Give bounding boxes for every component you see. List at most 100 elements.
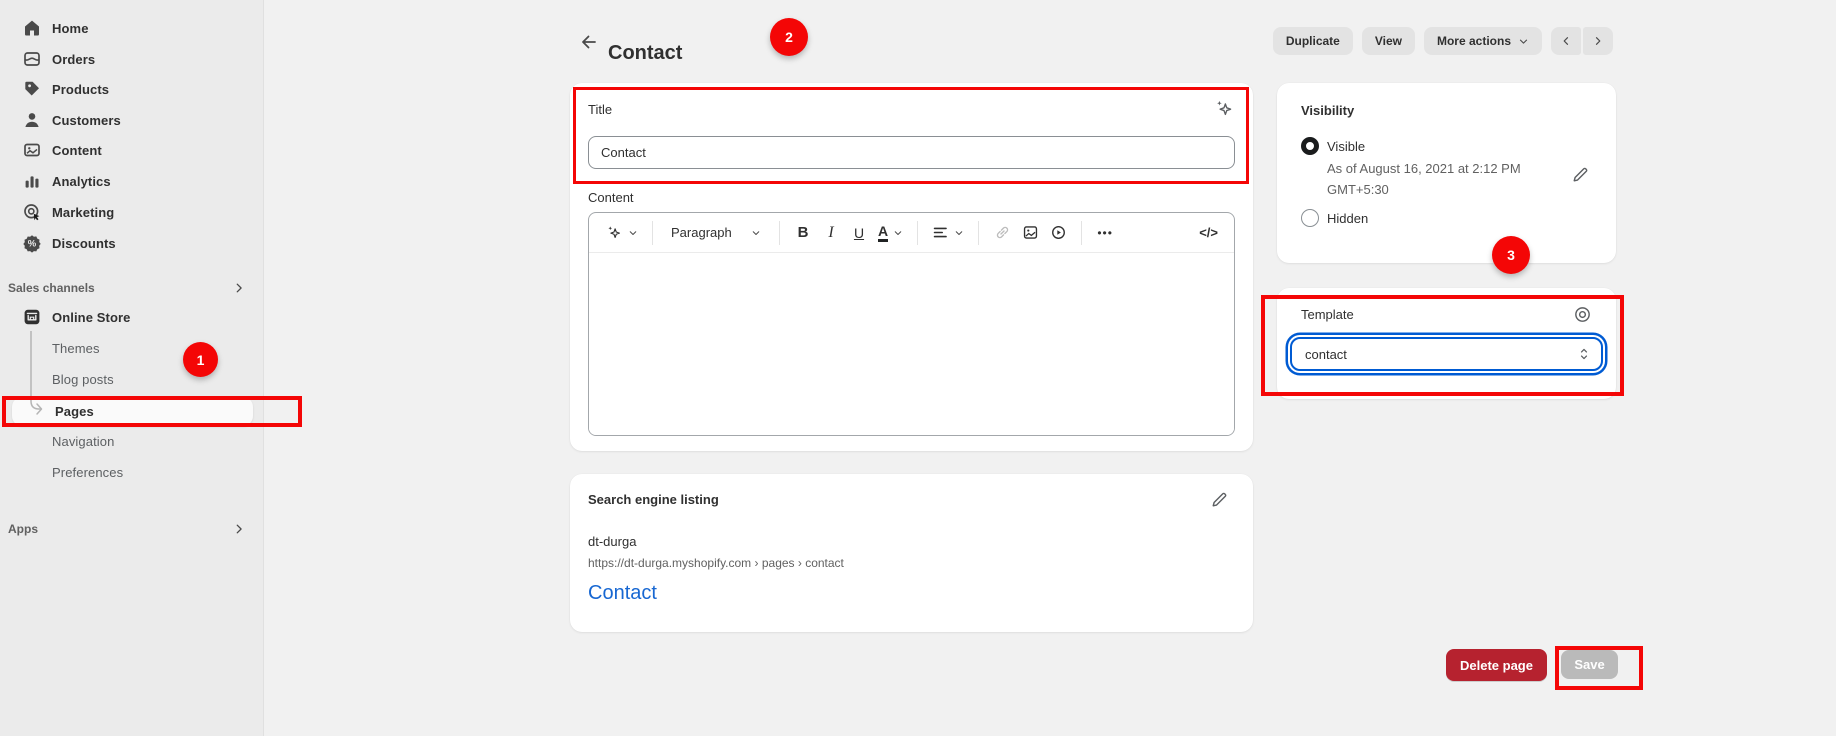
visible-label: Visible — [1327, 139, 1365, 154]
toolbar-divider — [917, 221, 918, 245]
hidden-radio[interactable] — [1301, 209, 1319, 227]
seo-heading: Search engine listing — [588, 492, 1235, 507]
title-input[interactable] — [588, 136, 1235, 169]
bold-button[interactable]: B — [790, 219, 816, 247]
code-icon: </> — [1199, 225, 1218, 240]
sidebar-item-content[interactable]: Content — [0, 135, 264, 165]
eye-preview-icon[interactable] — [1573, 305, 1592, 324]
svg-text:%: % — [28, 238, 37, 249]
page-title: Contact — [608, 42, 682, 65]
alignment-dropdown[interactable] — [928, 219, 968, 247]
sales-channels-label: Sales channels — [8, 281, 95, 295]
sidebar-item-label: Themes — [52, 341, 100, 356]
sidebar-item-label: Orders — [52, 52, 95, 67]
chevron-left-icon — [1560, 35, 1572, 47]
page-details-card: Title Content Paragraph B I U A — [570, 83, 1253, 451]
previous-record-button[interactable] — [1551, 27, 1581, 55]
edit-pencil-icon[interactable] — [1571, 165, 1590, 184]
chevron-down-icon — [893, 228, 903, 238]
search-engine-listing-card: Search engine listing dt-durga https://d… — [570, 474, 1253, 632]
content-editor-body[interactable] — [589, 253, 1234, 435]
header-actions: Duplicate View More actions — [1273, 27, 1613, 55]
sidebar-item-label: Pages — [55, 404, 94, 419]
duplicate-button[interactable]: Duplicate — [1273, 27, 1353, 55]
analytics-icon — [22, 171, 42, 191]
store-icon — [22, 307, 42, 327]
chevron-down-icon — [751, 228, 761, 238]
more-actions-label: More actions — [1437, 34, 1511, 48]
image-icon — [1022, 224, 1039, 241]
ellipsis-icon: ••• — [1097, 226, 1113, 240]
save-label: Save — [1574, 657, 1604, 672]
sidebar-section-apps[interactable]: Apps — [0, 514, 264, 544]
sidebar-item-home[interactable]: Home — [0, 13, 264, 43]
sidebar-item-orders[interactable]: Orders — [0, 44, 264, 74]
chevron-right-icon — [232, 281, 246, 295]
visibility-card: Visibility Visible As of August 16, 2021… — [1277, 83, 1616, 263]
sidebar-item-label: Products — [52, 82, 109, 97]
insert-image-button[interactable] — [1017, 219, 1043, 247]
sidebar-item-pages[interactable]: Pages — [0, 396, 264, 426]
chevron-down-icon — [628, 228, 638, 238]
magic-sparkle-icon[interactable] — [1213, 98, 1235, 120]
save-button[interactable]: Save — [1561, 650, 1618, 679]
toolbar-divider — [652, 221, 653, 245]
visible-since-note: As of August 16, 2021 at 2:12 PM GMT+5:3… — [1327, 158, 1559, 200]
sidebar-section-sales-channels[interactable]: Sales channels — [0, 273, 264, 303]
products-icon — [22, 79, 42, 99]
content-rich-text-editor: Paragraph B I U A — [588, 212, 1235, 436]
text-color-button[interactable]: A — [874, 219, 907, 247]
view-label: View — [1375, 34, 1402, 48]
sidebar-item-discounts[interactable]: % Discounts — [0, 228, 264, 258]
select-updown-icon — [1577, 346, 1591, 362]
toolbar-divider — [978, 221, 979, 245]
marketing-icon — [22, 202, 42, 222]
annotation-step-2: 2 — [770, 18, 808, 56]
magic-write-button[interactable] — [601, 219, 642, 247]
sidebar-item-products[interactable]: Products — [0, 74, 264, 104]
visibility-heading: Visibility — [1301, 103, 1592, 118]
chevron-down-icon — [954, 228, 964, 238]
play-circle-icon — [1050, 224, 1067, 241]
chevron-down-icon — [1518, 36, 1529, 47]
back-arrow-icon — [578, 32, 598, 52]
template-select[interactable]: contact — [1290, 337, 1603, 371]
sidebar-item-preferences[interactable]: Preferences — [0, 457, 264, 487]
show-html-button[interactable]: </> — [1195, 219, 1222, 247]
paragraph-style-dropdown[interactable]: Paragraph — [663, 219, 769, 247]
annotation-number: 2 — [785, 29, 793, 45]
orders-icon — [22, 49, 42, 69]
insert-link-button[interactable] — [989, 219, 1015, 247]
insert-video-button[interactable] — [1045, 219, 1071, 247]
template-heading: Template — [1301, 307, 1592, 322]
paragraph-label: Paragraph — [671, 225, 732, 240]
more-actions-button[interactable]: More actions — [1424, 27, 1542, 55]
chevron-right-icon — [1592, 35, 1604, 47]
sidebar-item-label: Marketing — [52, 205, 114, 220]
magic-sparkle-icon — [605, 224, 623, 242]
sidebar-item-navigation[interactable]: Navigation — [0, 426, 264, 456]
seo-page-title-link[interactable]: Contact — [588, 582, 1235, 605]
sidebar-item-online-store[interactable]: Online Store — [0, 302, 264, 332]
visible-radio[interactable] — [1301, 137, 1319, 155]
text-color-glyph: A — [878, 224, 888, 242]
hidden-label: Hidden — [1327, 211, 1368, 226]
sidebar-item-label: Content — [52, 143, 102, 158]
edit-pencil-icon[interactable] — [1210, 490, 1229, 509]
seo-url-breadcrumb: https://dt-durga.myshopify.com › pages ›… — [588, 556, 1235, 570]
sidebar-item-analytics[interactable]: Analytics — [0, 166, 264, 196]
view-button[interactable]: View — [1362, 27, 1415, 55]
toolbar-divider — [1081, 221, 1082, 245]
underline-button[interactable]: U — [846, 219, 872, 247]
annotation-step-3: 3 — [1492, 236, 1530, 274]
sidebar-item-customers[interactable]: Customers — [0, 105, 264, 135]
delete-page-button[interactable]: Delete page — [1446, 649, 1547, 681]
sidebar-item-marketing[interactable]: Marketing — [0, 197, 264, 227]
italic-button[interactable]: I — [818, 219, 844, 247]
template-selected-value: contact — [1305, 347, 1347, 362]
more-formatting-button[interactable]: ••• — [1092, 219, 1118, 247]
back-button[interactable] — [574, 29, 602, 55]
next-record-button[interactable] — [1583, 27, 1613, 55]
align-left-icon — [932, 224, 949, 241]
sidebar-item-label: Preferences — [52, 465, 123, 480]
